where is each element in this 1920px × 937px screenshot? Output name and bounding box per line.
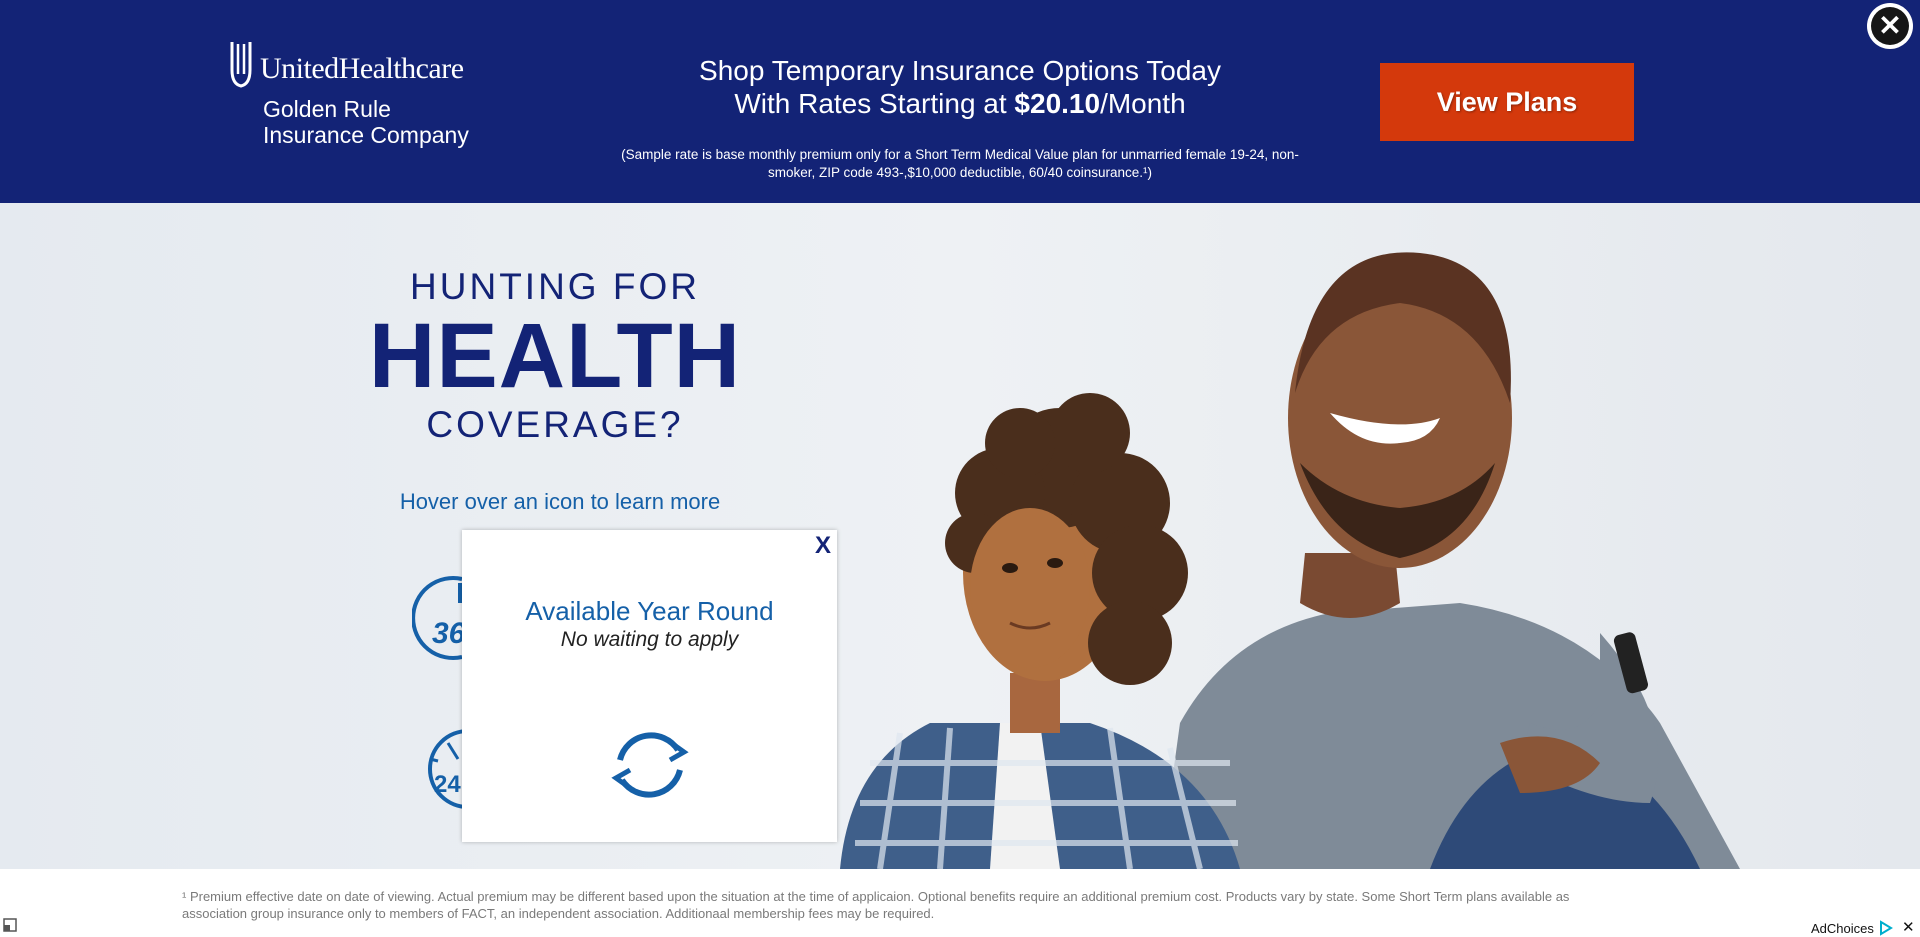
calendar-365-label: 36 — [432, 617, 466, 650]
adchoices-icon — [1879, 920, 1893, 936]
hover-instruction: Hover over an icon to learn more — [399, 489, 721, 514]
expand-icon[interactable] — [3, 918, 17, 932]
hero-section: HUNTING FOR HEALTH COVERAGE? Hover over … — [0, 203, 1920, 869]
brand-name: UnitedHealthcare — [260, 52, 464, 85]
clock-24-label: 24 — [434, 771, 461, 798]
adchoices-label: AdChoices — [1811, 920, 1874, 936]
headline-line2-suffix: /Month — [1100, 88, 1186, 119]
view-plans-button[interactable]: View Plans — [1380, 63, 1634, 141]
info-popup: X Available Year Round No waiting to app… — [462, 530, 837, 842]
brand-subtitle: Golden Rule Insurance Company — [263, 96, 469, 148]
popup-subtitle: No waiting to apply — [560, 628, 739, 651]
banner-headline: Shop Temporary Insurance Options Today W… — [640, 54, 1280, 120]
headline-line2: With Rates Starting at $20.10/Month — [640, 87, 1280, 120]
brand-sub-line2: Insurance Company — [263, 122, 469, 148]
family-photo — [0, 203, 1920, 869]
hero-line1: HUNTING FOR — [410, 266, 700, 307]
hero-line2: HEALTH — [368, 305, 742, 407]
popup-close-button[interactable]: X — [815, 532, 831, 560]
brand-logo[interactable]: UnitedHealthcare Golden Rule Insurance C… — [228, 40, 488, 150]
brand-sub-line1: Golden Rule — [263, 96, 391, 122]
close-ad-button[interactable]: ✕ — [1867, 3, 1913, 49]
adchoices-close-icon[interactable]: ✕ — [1902, 918, 1915, 936]
popup-title: Available Year Round — [525, 596, 774, 626]
ad-top-banner: UnitedHealthcare Golden Rule Insurance C… — [0, 0, 1920, 203]
price: $20.10 — [1014, 88, 1101, 119]
close-icon: ✕ — [1871, 7, 1909, 45]
footnote-text: ¹ Premium effective date on date of view… — [182, 889, 1570, 921]
headline-line1: Shop Temporary Insurance Options Today — [699, 55, 1221, 86]
adchoices-link[interactable]: AdChoices — [1811, 920, 1894, 936]
headline-line2-prefix: With Rates Starting at — [734, 88, 1015, 119]
brand-logo-mark-icon — [230, 42, 252, 88]
hero-line3: COVERAGE? — [426, 404, 684, 445]
hero-heading: HUNTING FOR HEALTH COVERAGE? — [340, 265, 770, 447]
rate-disclaimer: (Sample rate is base monthly premium onl… — [621, 147, 1299, 180]
refresh-cycle-icon — [611, 732, 689, 798]
